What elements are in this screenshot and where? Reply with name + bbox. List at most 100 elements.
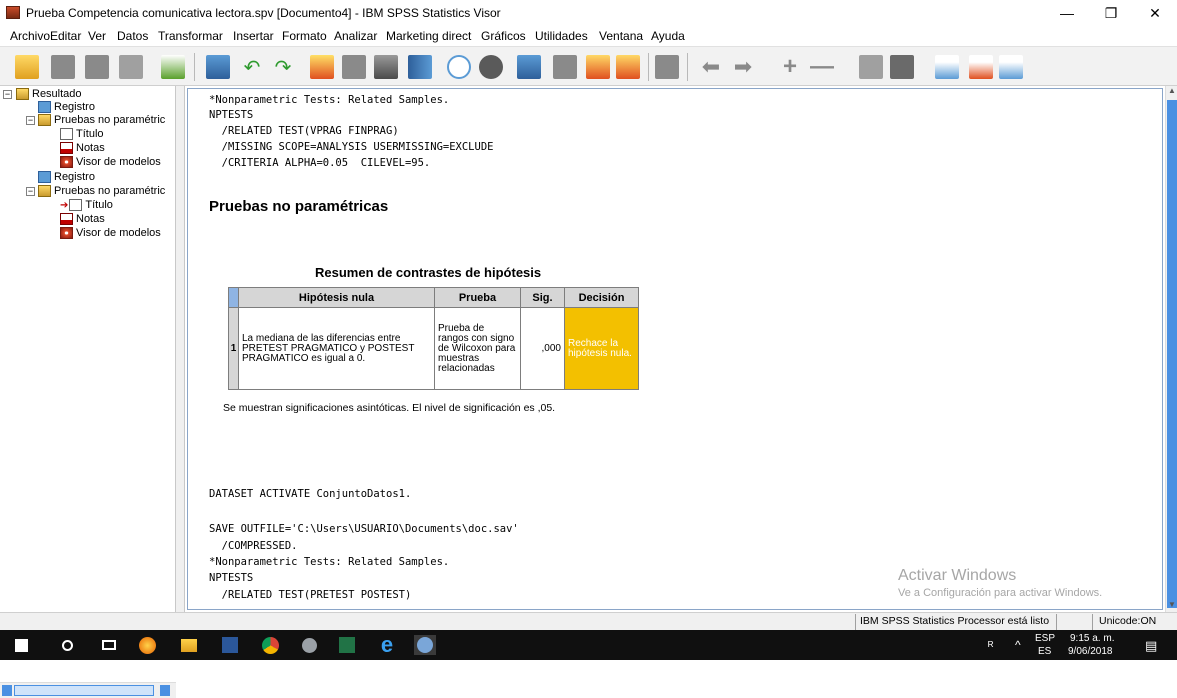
row-number: 1 <box>228 307 239 390</box>
menu-graficos[interactable]: Gráficos <box>481 29 526 43</box>
outline-root[interactable]: Resultado <box>16 88 82 100</box>
scroll-down-icon[interactable]: ▼ <box>1166 600 1177 612</box>
title-bar: Prueba Competencia comunicativa lectora.… <box>0 0 1177 26</box>
excel-icon[interactable] <box>336 635 358 655</box>
run-descriptives-icon[interactable] <box>405 52 435 82</box>
syntax-line: *Nonparametric Tests: Related Samples. <box>209 556 450 568</box>
print-icon[interactable] <box>82 52 112 82</box>
minimize-button[interactable]: — <box>1045 0 1089 26</box>
insert-text-icon[interactable] <box>996 52 1026 82</box>
menu-utilidades[interactable]: Utilidades <box>535 29 588 43</box>
goto-case-icon[interactable] <box>307 52 337 82</box>
chrome-icon[interactable] <box>259 635 281 655</box>
syntax-line: NPTESTS <box>209 572 254 584</box>
windows-start-icon[interactable] <box>10 635 32 655</box>
outline-item[interactable]: Visor de modelos <box>60 227 161 239</box>
expand-icon[interactable]: + <box>775 52 805 82</box>
syntax-line: DATASET ACTIVATE ConjuntoDatos1. <box>209 488 412 500</box>
file-explorer-icon[interactable] <box>178 635 200 655</box>
export-icon[interactable] <box>158 52 188 82</box>
save-icon[interactable] <box>48 52 78 82</box>
outline-horizontal-scrollbar[interactable] <box>0 682 176 698</box>
syntax-line: /MISSING SCOPE=ANALYSIS USERMISSING=EXCL… <box>209 141 494 153</box>
section-heading[interactable]: Pruebas no paramétricas <box>209 198 388 215</box>
menu-ventana[interactable]: Ventana <box>599 29 643 43</box>
back-icon[interactable]: ⬅ <box>696 52 726 82</box>
menu-marketing[interactable]: Marketing direct <box>386 29 471 43</box>
show-icon[interactable] <box>856 52 886 82</box>
designate-window-icon[interactable] <box>652 52 682 82</box>
col-header-decision: Decisión <box>564 287 639 308</box>
viewer-vertical-scrollbar[interactable]: ▲ ▼ <box>1165 86 1177 612</box>
syntax-line: SAVE OUTFILE='C:\Users\USUARIO\Documents… <box>209 523 519 535</box>
redo-icon[interactable]: ↷ <box>268 52 298 82</box>
menu-ayuda[interactable]: Ayuda <box>651 29 685 43</box>
outline-item[interactable]: Registro <box>38 171 95 183</box>
value-labels-icon[interactable] <box>550 52 580 82</box>
outline-pane: − Resultado Registro − Pruebas no paramé… <box>0 86 176 698</box>
search-icon[interactable] <box>56 635 78 655</box>
hide-icon[interactable] <box>887 52 917 82</box>
outline-item[interactable]: Pruebas no paramétric <box>38 114 165 126</box>
forward-icon[interactable]: ➡ <box>728 52 758 82</box>
title-icon <box>69 199 83 211</box>
clock-time[interactable]: 9:15 a. m. <box>1070 633 1114 644</box>
menu-analizar[interactable]: Analizar <box>334 29 377 43</box>
menu-transformar[interactable]: Transformar <box>158 29 223 43</box>
edit-icon[interactable] <box>613 52 643 82</box>
scroll-thumb[interactable] <box>1167 100 1177 608</box>
notifications-icon[interactable]: ▤ <box>1145 638 1157 654</box>
insert-output-icon[interactable] <box>583 52 613 82</box>
col-header-hypothesis: Hipótesis nula <box>238 287 435 308</box>
notes-icon <box>60 213 73 225</box>
scroll-left-icon[interactable] <box>2 685 12 696</box>
edge-icon[interactable]: e <box>376 632 398 657</box>
pane-splitter[interactable] <box>176 86 185 612</box>
recall-dialog-icon[interactable] <box>203 52 233 82</box>
insert-heading-icon[interactable] <box>932 52 962 82</box>
menu-insertar[interactable]: Insertar <box>233 29 274 43</box>
outline-item[interactable]: Visor de modelos <box>60 156 161 168</box>
collapse-node-button[interactable]: − <box>26 187 35 196</box>
menu-formato[interactable]: Formato <box>282 29 327 43</box>
variables-icon[interactable] <box>371 52 401 82</box>
outline-item[interactable]: Notas <box>60 213 105 225</box>
menu-archivo[interactable]: Archivo <box>10 29 50 43</box>
select-cases-icon[interactable] <box>514 52 544 82</box>
scroll-thumb[interactable] <box>14 685 154 696</box>
scroll-right-icon[interactable] <box>160 685 170 696</box>
language-top[interactable]: ESP <box>1035 633 1055 644</box>
table-title: Resumen de contrastes de hipótesis <box>315 265 542 280</box>
goto-variable-icon[interactable] <box>339 52 369 82</box>
hypothesis-table[interactable]: Hipótesis nula Prueba Sig. Decisión 1 La… <box>228 287 639 390</box>
outline-item[interactable]: Registro <box>38 101 95 113</box>
menu-datos[interactable]: Datos <box>117 29 148 43</box>
open-icon[interactable] <box>12 52 42 82</box>
pie-icon[interactable] <box>476 52 506 82</box>
collapse-icon[interactable]: — <box>807 52 837 82</box>
outline-item[interactable]: Pruebas no paramétric <box>38 185 165 197</box>
insert-title-icon[interactable] <box>966 52 996 82</box>
firefox-icon[interactable] <box>136 635 158 655</box>
outline-item-selected[interactable]: ➔ Título <box>60 199 113 211</box>
maximize-button[interactable]: ❐ <box>1089 0 1133 26</box>
language-bottom[interactable]: ES <box>1038 646 1051 657</box>
task-view-icon[interactable] <box>98 635 120 655</box>
clock-date[interactable]: 9/06/2018 <box>1068 646 1113 657</box>
collapse-node-button[interactable]: − <box>26 116 35 125</box>
collapse-root-button[interactable]: − <box>3 90 12 99</box>
scroll-up-icon[interactable]: ▲ <box>1166 86 1177 98</box>
outline-item[interactable]: Título <box>60 128 104 140</box>
menu-editar[interactable]: Editar <box>50 29 81 43</box>
outline-item[interactable]: Notas <box>60 142 105 154</box>
app-icon[interactable] <box>298 635 320 655</box>
people-icon[interactable]: ᴿ <box>988 639 993 653</box>
spss-icon[interactable] <box>414 635 436 655</box>
close-button[interactable]: ✕ <box>1133 0 1177 26</box>
menu-ver[interactable]: Ver <box>88 29 106 43</box>
print-preview-icon[interactable] <box>116 52 146 82</box>
word-icon[interactable] <box>219 635 241 655</box>
chevron-up-icon[interactable]: ^ <box>1015 638 1021 652</box>
create-chart-icon[interactable] <box>444 52 474 82</box>
undo-icon[interactable]: ↶ <box>237 52 267 82</box>
